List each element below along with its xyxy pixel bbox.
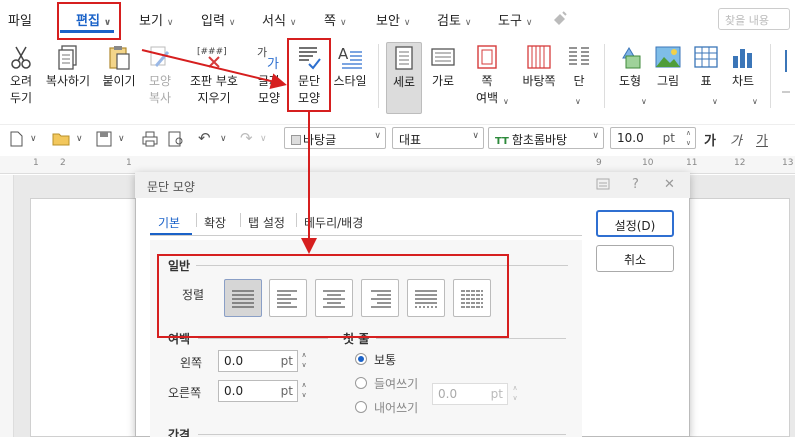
annotation-arrows: [141, 49, 317, 254]
